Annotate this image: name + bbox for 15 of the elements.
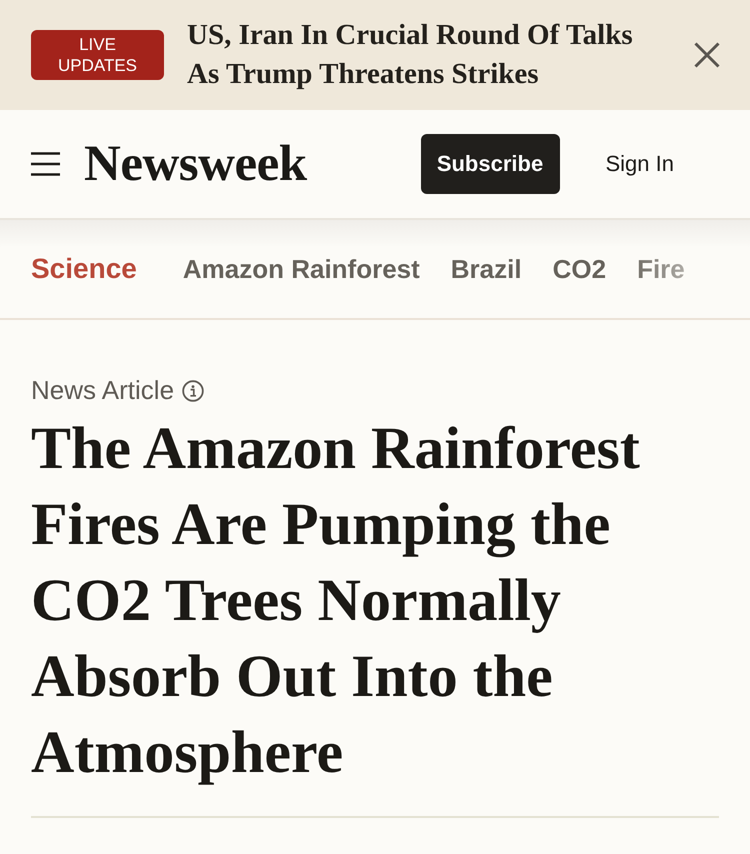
section-link[interactable]: Science (31, 253, 137, 285)
menu-icon[interactable] (31, 152, 60, 176)
sign-in-link[interactable]: Sign In (606, 151, 674, 177)
article-headline: The Amazon Rainforest Fires Are Pumping the CO2 Trees Normally Absorb Out Into the Atmosphere (31, 414, 641, 787)
topic-link[interactable]: Brazil (450, 254, 522, 284)
topic-link[interactable]: Fire (637, 254, 685, 284)
close-icon[interactable] (694, 42, 720, 68)
subscribe-button[interactable]: Subscribe (420, 134, 560, 194)
article-type-label: News Article (31, 375, 174, 406)
topic-link[interactable]: CO2 (552, 254, 606, 284)
topic-link[interactable]: Amazon Rainforest (182, 254, 420, 284)
site-logo[interactable]: Newsweek (84, 135, 307, 193)
banner-headline[interactable]: US, Iran In Crucial Round Of Talks As Trump Threatens Strikes (187, 16, 657, 94)
live-badge: LIVE UPDATES (31, 30, 164, 80)
info-icon[interactable] (182, 380, 204, 402)
